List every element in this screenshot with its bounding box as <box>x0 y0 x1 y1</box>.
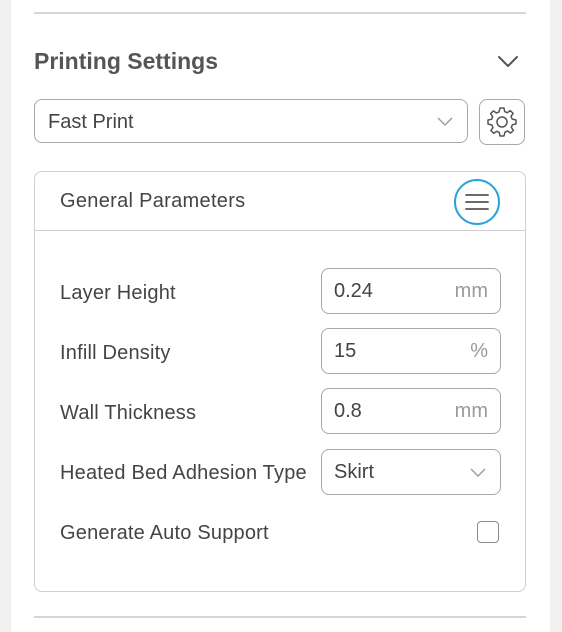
adhesion-type-label: Heated Bed Adhesion Type <box>60 462 307 484</box>
divider-bottom <box>34 616 526 618</box>
chevron-down-icon <box>437 117 453 126</box>
section-title: Printing Settings <box>34 48 218 74</box>
infill-density-field[interactable]: 15 % <box>321 328 501 374</box>
collapse-button[interactable] <box>494 48 522 76</box>
auto-support-checkbox[interactable] <box>477 521 499 543</box>
divider-top <box>34 12 526 14</box>
print-profile-select[interactable]: Fast Print <box>34 99 468 143</box>
layer-height-label: Layer Height <box>60 282 176 304</box>
infill-density-value: 15 <box>334 340 357 362</box>
layer-height-value: 0.24 <box>334 280 373 302</box>
chevron-down-icon <box>470 468 486 477</box>
infill-density-label: Infill Density <box>60 342 171 364</box>
card-header: General Parameters <box>35 172 525 231</box>
gear-icon <box>487 107 517 137</box>
wall-thickness-value: 0.8 <box>334 400 362 422</box>
auto-support-label: Generate Auto Support <box>60 522 269 544</box>
general-parameters-card: General Parameters Layer Height 0.24 mm … <box>34 171 526 592</box>
profile-settings-button[interactable] <box>479 99 525 145</box>
wall-thickness-field[interactable]: 0.8 mm <box>321 388 501 434</box>
wall-thickness-unit: mm <box>454 400 488 422</box>
infill-density-unit: % <box>470 340 488 362</box>
wall-thickness-label: Wall Thickness <box>60 402 197 424</box>
adhesion-type-select[interactable]: Skirt <box>321 449 501 495</box>
menu-button[interactable] <box>454 179 500 225</box>
layer-height-unit: mm <box>454 280 488 302</box>
print-profile-value: Fast Print <box>48 111 134 133</box>
chevron-down-icon <box>498 56 518 67</box>
card-title: General Parameters <box>60 190 246 212</box>
adhesion-type-value: Skirt <box>334 461 374 483</box>
layer-height-field[interactable]: 0.24 mm <box>321 268 501 314</box>
hamburger-menu-icon <box>465 194 489 210</box>
